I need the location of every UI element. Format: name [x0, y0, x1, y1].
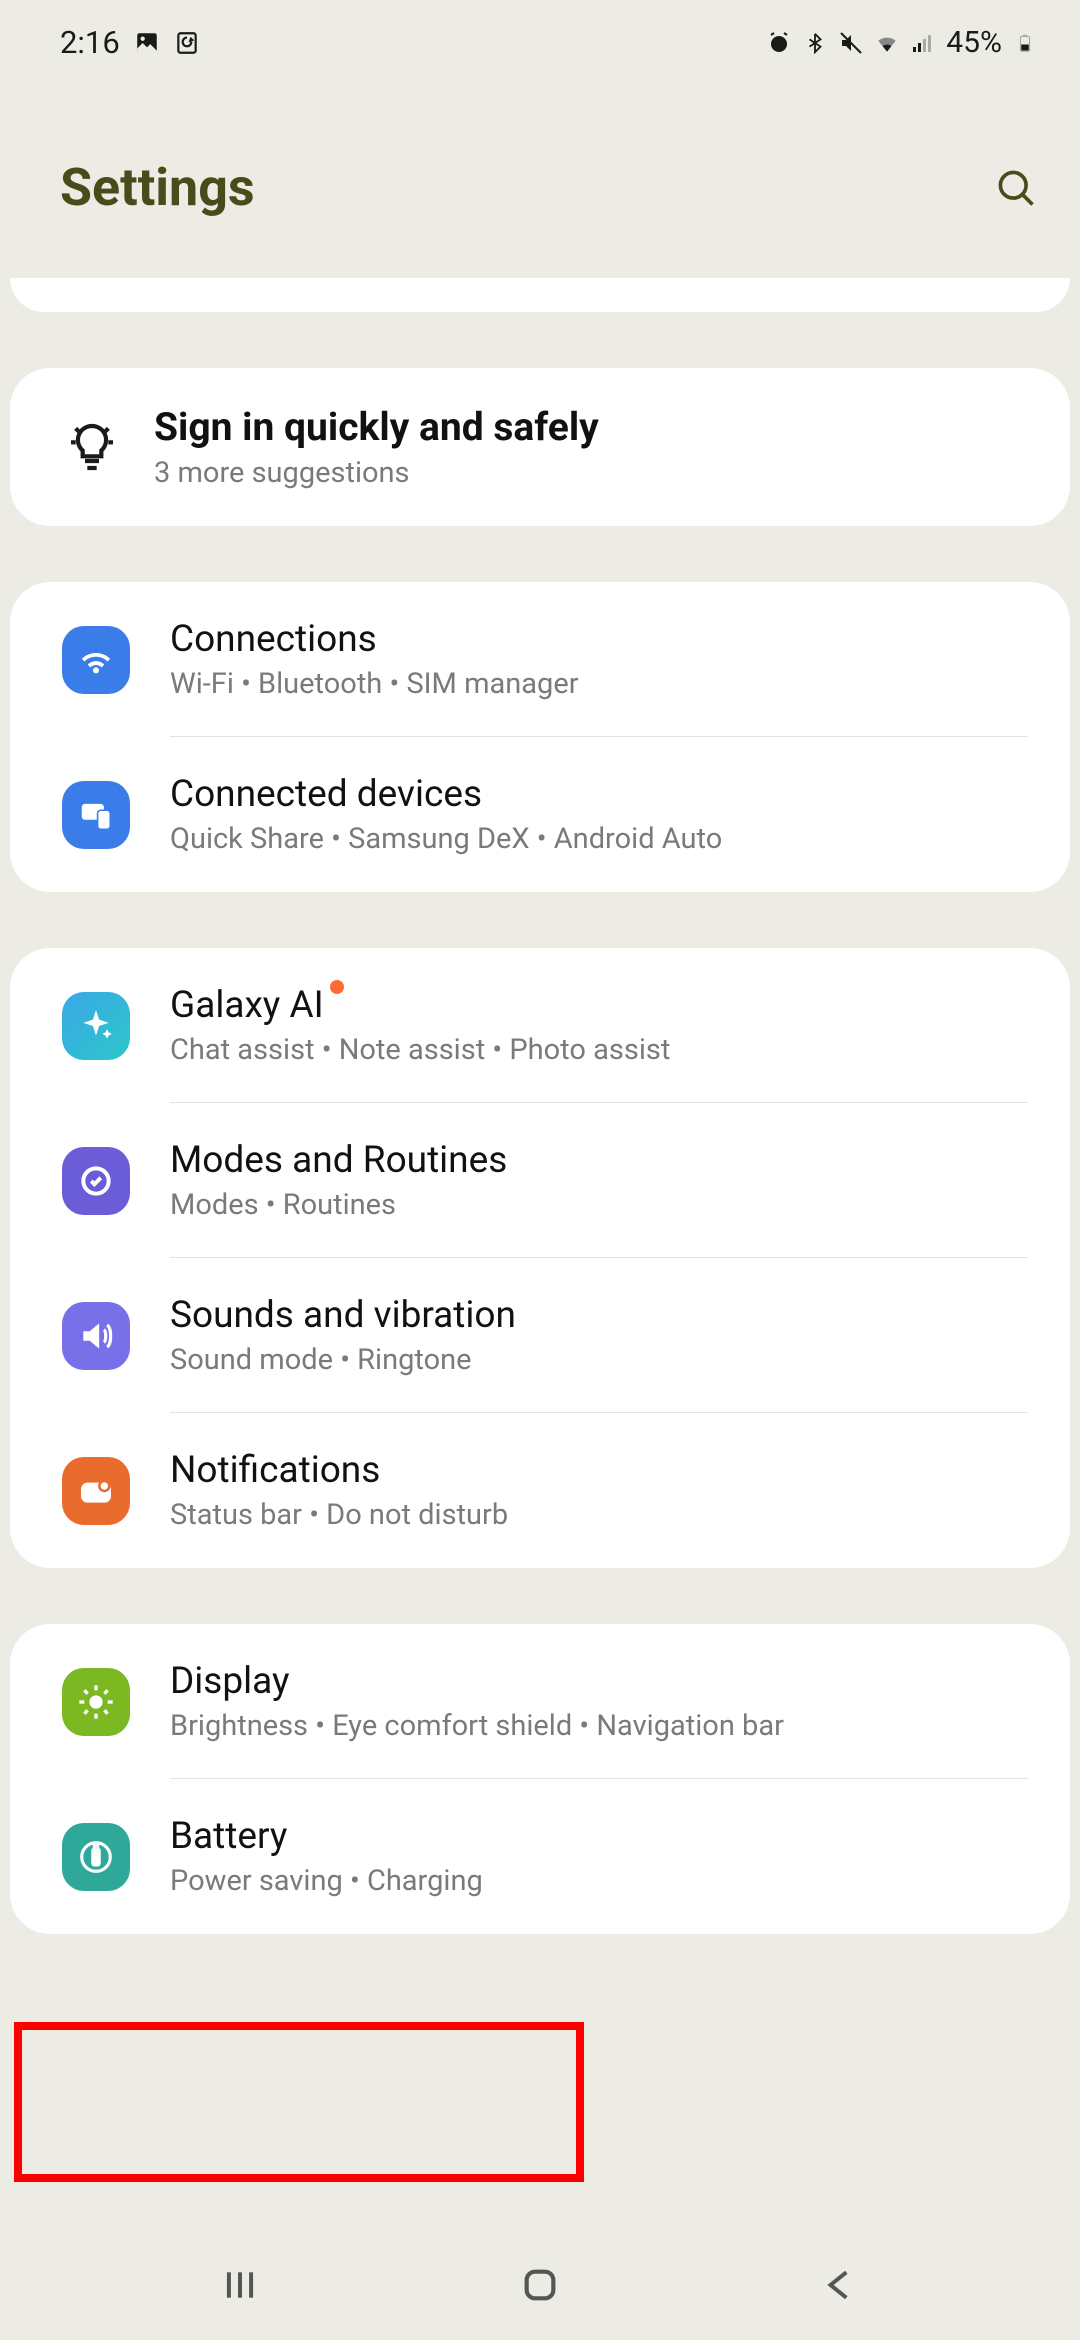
- mute-icon: [838, 30, 864, 56]
- rounded-divider: [10, 278, 1070, 312]
- wifi-settings-icon: [62, 626, 130, 694]
- battery-icon: [1012, 30, 1038, 56]
- settings-group-display: Display Brightness • Eye comfort shield …: [10, 1624, 1070, 1934]
- alarm-icon: [766, 30, 792, 56]
- settings-group-features: Galaxy AI Chat assist • Note assist • Ph…: [10, 948, 1070, 1568]
- bluetooth-icon: [802, 30, 828, 56]
- item-title: Modes and Routines: [170, 1139, 507, 1182]
- back-button[interactable]: [815, 2260, 865, 2310]
- notifications-icon: [62, 1457, 130, 1525]
- item-title: Galaxy AI: [170, 984, 324, 1027]
- new-badge-dot: [330, 980, 344, 994]
- home-button[interactable]: [515, 2260, 565, 2310]
- item-subtitle: Sound mode • Ringtone: [170, 1343, 1030, 1377]
- highlight-annotation: [14, 2022, 584, 2182]
- settings-item-sounds-vibration[interactable]: Sounds and vibration Sound mode • Ringto…: [10, 1258, 1070, 1413]
- settings-item-galaxy-ai[interactable]: Galaxy AI Chat assist • Note assist • Ph…: [10, 948, 1070, 1103]
- suggestion-title: Sign in quickly and safely: [154, 404, 599, 450]
- display-sun-icon: [62, 1668, 130, 1736]
- settings-group-connections: Connections Wi-Fi • Bluetooth • SIM mana…: [10, 582, 1070, 892]
- item-title: Connected devices: [170, 773, 482, 816]
- status-bar: 2:16 45%: [0, 0, 1080, 77]
- devices-icon: [62, 781, 130, 849]
- header: Settings: [0, 77, 1080, 278]
- routines-icon: [62, 1147, 130, 1215]
- settings-item-display[interactable]: Display Brightness • Eye comfort shield …: [10, 1624, 1070, 1779]
- battery-settings-icon: [62, 1823, 130, 1891]
- battery-percentage: 45%: [946, 25, 1002, 60]
- recents-button[interactable]: [215, 2260, 265, 2310]
- item-title: Sounds and vibration: [170, 1294, 516, 1337]
- item-title: Notifications: [170, 1449, 380, 1492]
- item-subtitle: Brightness • Eye comfort shield • Naviga…: [170, 1709, 1030, 1743]
- settings-item-modes-routines[interactable]: Modes and Routines Modes • Routines: [10, 1103, 1070, 1258]
- status-left: 2:16: [60, 24, 200, 61]
- item-title: Display: [170, 1660, 290, 1703]
- wifi-icon: [874, 30, 900, 56]
- settings-item-battery[interactable]: Battery Power saving • Charging: [10, 1779, 1070, 1934]
- item-subtitle: Wi-Fi • Bluetooth • SIM manager: [170, 667, 1030, 701]
- status-right: 45%: [766, 25, 1038, 60]
- item-title: Connections: [170, 618, 377, 661]
- sound-icon: [62, 1302, 130, 1370]
- picture-icon: [134, 30, 160, 56]
- refresh-app-icon: [174, 30, 200, 56]
- settings-item-notifications[interactable]: Notifications Status bar • Do not distur…: [10, 1413, 1070, 1568]
- item-title: Battery: [170, 1815, 287, 1858]
- status-time: 2:16: [60, 24, 120, 61]
- search-button[interactable]: [994, 166, 1038, 210]
- settings-item-connected-devices[interactable]: Connected devices Quick Share • Samsung …: [10, 737, 1070, 892]
- lightbulb-icon: [62, 417, 122, 477]
- item-subtitle: Status bar • Do not disturb: [170, 1498, 1030, 1532]
- suggestion-subtitle: 3 more suggestions: [154, 456, 1030, 490]
- item-subtitle: Quick Share • Samsung DeX • Android Auto: [170, 822, 1030, 856]
- signal-icon: [910, 30, 936, 56]
- item-subtitle: Modes • Routines: [170, 1188, 1030, 1222]
- settings-item-connections[interactable]: Connections Wi-Fi • Bluetooth • SIM mana…: [10, 582, 1070, 737]
- ai-sparkle-icon: [62, 992, 130, 1060]
- page-title: Settings: [60, 157, 255, 218]
- suggestion-card[interactable]: Sign in quickly and safely 3 more sugges…: [10, 368, 1070, 526]
- navigation-bar: [0, 2230, 1080, 2340]
- item-subtitle: Power saving • Charging: [170, 1864, 1030, 1898]
- item-subtitle: Chat assist • Note assist • Photo assist: [170, 1033, 1030, 1067]
